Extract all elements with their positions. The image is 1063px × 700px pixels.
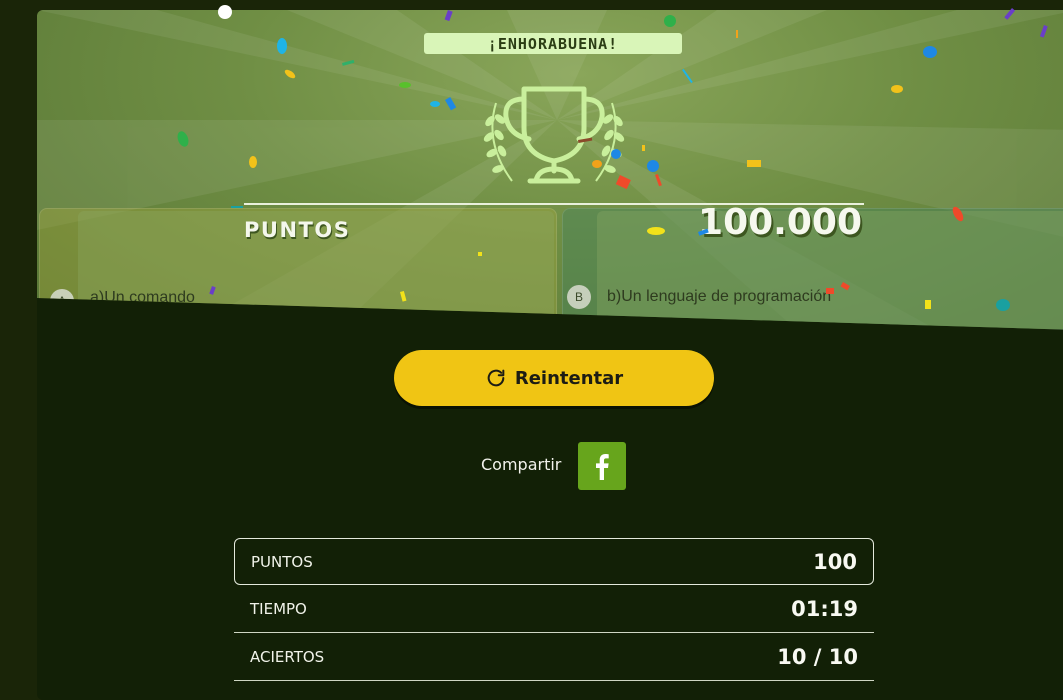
refresh-icon xyxy=(487,369,505,387)
share-label: Compartir xyxy=(481,455,562,474)
stat-value: 100 xyxy=(813,549,857,574)
stat-row-time: TIEMPO 01:19 xyxy=(234,585,874,633)
facebook-share-button[interactable] xyxy=(578,442,626,490)
score-label: PUNTOS xyxy=(244,218,351,242)
facebook-icon xyxy=(596,454,609,480)
stat-row-points: PUNTOS 100 xyxy=(234,538,874,585)
retry-label: Reintentar xyxy=(514,367,624,389)
congrats-banner: ¡ENHORABUENA! xyxy=(424,33,682,54)
retry-button[interactable]: Reintentar xyxy=(394,350,714,406)
option-text: a)Un comando xyxy=(90,289,195,306)
stat-value: 10 / 10 xyxy=(777,644,858,669)
trophy-icon xyxy=(483,86,625,184)
stat-label: TIEMPO xyxy=(250,599,307,618)
stat-value: 01:19 xyxy=(791,596,858,621)
stat-label: ACIERTOS xyxy=(250,647,325,666)
option-letter: A xyxy=(50,289,74,313)
stat-label: PUNTOS xyxy=(251,552,313,571)
score-value: 100.000 xyxy=(698,202,862,243)
stat-row-correct: ACIERTOS 10 / 10 xyxy=(234,633,874,681)
option-letter: B xyxy=(567,285,591,309)
option-text: b)Un lenguaje de programación xyxy=(607,288,832,305)
results-hero: A a)Un comando B b)Un lenguaje de progra… xyxy=(37,10,1063,330)
stats-table: PUNTOS 100 TIEMPO 01:19 ACIERTOS 10 / 10 xyxy=(234,538,874,681)
